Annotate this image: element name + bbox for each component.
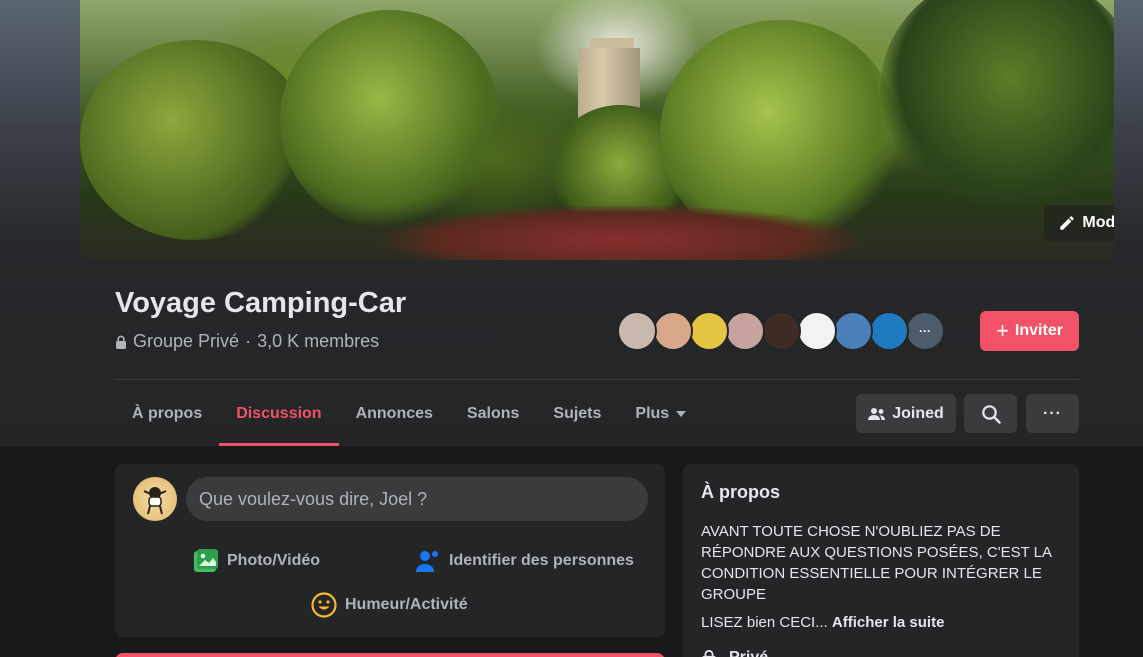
- group-title[interactable]: Voyage Camping-Car: [115, 287, 406, 320]
- meta-separator: ·: [245, 331, 252, 351]
- group-meta: Groupe Privé · 3,0 K membres: [115, 331, 379, 352]
- group-members-count[interactable]: 3,0 K membres: [257, 331, 379, 352]
- about-privacy-label: Privé: [729, 649, 768, 657]
- post-composer: Que voulez-vous dire, Joel ? Photo/Vidéo…: [115, 464, 665, 637]
- search-group-button[interactable]: [964, 394, 1017, 433]
- about-card: À propos AVANT TOUTE CHOSE N'OUBLIEZ PAS…: [683, 464, 1079, 657]
- tag-people-label: Identifier des personnes: [449, 552, 634, 569]
- people-icon: [868, 407, 886, 420]
- tab-announcements-label: Annonces: [355, 404, 433, 422]
- more-members-avatar[interactable]: ···: [905, 311, 945, 351]
- group-privacy[interactable]: Groupe Privé: [133, 331, 239, 352]
- about-more-prefix: LISEZ bien CECI...: [701, 614, 828, 631]
- member-avatars[interactable]: ···: [617, 311, 945, 351]
- member-avatar[interactable]: [833, 311, 873, 351]
- tab-about-label: À propos: [132, 404, 203, 422]
- photo-video-button[interactable]: Photo/Vidéo: [193, 548, 320, 574]
- feeling-activity-button[interactable]: Humeur/Activité: [311, 592, 468, 618]
- composer-input[interactable]: Que voulez-vous dire, Joel ?: [186, 477, 648, 521]
- tab-more-label: Plus: [635, 404, 670, 422]
- user-avatar[interactable]: [133, 477, 177, 521]
- tab-rooms[interactable]: Salons: [450, 381, 536, 446]
- photo-video-label: Photo/Vidéo: [227, 552, 321, 569]
- edit-cover-button[interactable]: Modifier: [1044, 205, 1114, 241]
- invite-label: Inviter: [1014, 322, 1063, 339]
- tab-topics[interactable]: Sujets: [536, 381, 618, 446]
- show-more-link[interactable]: Afficher la suite: [832, 614, 945, 631]
- tab-rooms-label: Salons: [466, 404, 520, 422]
- member-avatar[interactable]: [797, 311, 837, 351]
- avatar-illustration-icon: [143, 487, 167, 515]
- member-avatar-label: ···: [919, 324, 931, 338]
- tab-discussion[interactable]: Discussion: [219, 381, 339, 446]
- about-title: À propos: [701, 482, 780, 502]
- tab-more[interactable]: Plus: [618, 381, 703, 446]
- photo-icon: [194, 549, 218, 572]
- about-privacy-row: Privé: [701, 649, 768, 657]
- smiley-icon: [311, 592, 337, 618]
- pencil-icon: [1060, 216, 1075, 230]
- joined-button[interactable]: Joined: [856, 394, 956, 433]
- next-card-edge: [115, 653, 665, 657]
- about-more-row: LISEZ bien CECI... Afficher la suite: [701, 614, 1061, 631]
- feeling-activity-label: Humeur/Activité: [345, 596, 468, 613]
- tab-about[interactable]: À propos: [115, 381, 219, 446]
- invite-button[interactable]: + Inviter: [980, 311, 1079, 351]
- member-avatar[interactable]: [653, 311, 693, 351]
- header-divider: [115, 379, 1079, 380]
- caret-down-icon: [676, 410, 687, 417]
- lock-icon: [702, 649, 716, 657]
- cover-tree-left: [80, 40, 310, 240]
- composer-placeholder: Que voulez-vous dire, Joel ?: [199, 488, 428, 509]
- tab-topics-label: Sujets: [553, 404, 602, 422]
- member-avatar[interactable]: [761, 311, 801, 351]
- tag-people-button[interactable]: Identifier des personnes: [415, 548, 634, 574]
- member-avatar[interactable]: [869, 311, 909, 351]
- tab-discussion-label: Discussion: [236, 404, 322, 422]
- tag-person-icon: [416, 551, 438, 572]
- member-avatar[interactable]: [725, 311, 765, 351]
- edit-cover-label: Modifier: [1082, 214, 1114, 231]
- group-tabs: À propos Discussion Annonces Salons Suje…: [115, 381, 703, 446]
- tab-announcements[interactable]: Annonces: [339, 381, 450, 446]
- more-icon: ···: [1043, 404, 1062, 422]
- member-avatar[interactable]: [617, 311, 657, 351]
- cover-photo: Modifier: [80, 0, 1114, 260]
- more-options-button[interactable]: ···: [1026, 394, 1079, 433]
- search-icon: [981, 404, 1001, 424]
- about-description: AVANT TOUTE CHOSE N'OUBLIEZ PAS DE RÉPON…: [701, 523, 1052, 603]
- joined-label: Joined: [892, 404, 944, 422]
- member-avatar[interactable]: [689, 311, 729, 351]
- lock-icon: [116, 335, 126, 349]
- cover-tree-far-right: [880, 0, 1114, 210]
- cover-tree-center: [280, 10, 500, 230]
- group-header: Modifier Voyage Camping-Car Groupe Privé…: [0, 0, 1143, 446]
- plus-icon: +: [996, 318, 1009, 343]
